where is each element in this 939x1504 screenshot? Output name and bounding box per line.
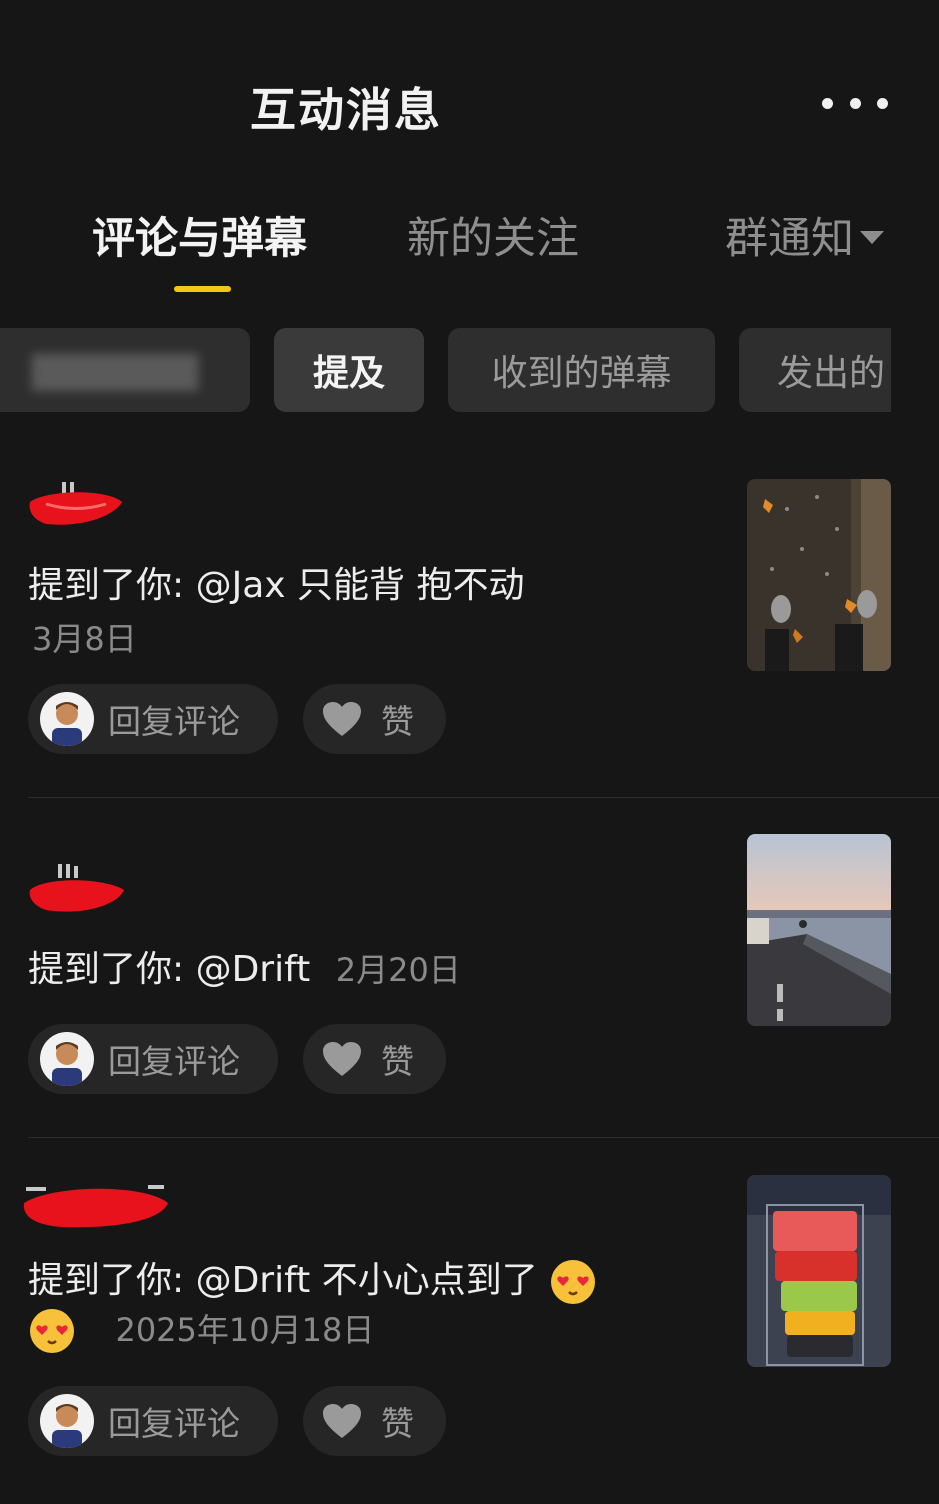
mention-text: 提到了你: @Drift	[28, 949, 311, 990]
timestamp: 2月20日	[335, 951, 461, 989]
like-label: 赞	[381, 702, 414, 741]
active-tab-indicator	[174, 286, 231, 292]
more-dots-icon	[849, 97, 861, 109]
page-title: 互动消息	[250, 83, 442, 137]
like-button[interactable]: 赞	[303, 684, 446, 754]
filter-chip-blurred[interactable]: ▇▇▇▇▇▇	[0, 328, 250, 412]
redacted-username	[29, 482, 122, 525]
like-label: 赞	[381, 1042, 414, 1081]
heart-eyes-emoji-icon	[30, 1309, 74, 1353]
video-thumbnail[interactable]	[747, 479, 891, 671]
heart-icon	[323, 1404, 361, 1438]
filter-chip-received-danmaku[interactable]: 收到的弹幕	[448, 328, 715, 412]
more-dots-icon	[822, 97, 833, 109]
timestamp: 2025年10月18日	[115, 1311, 375, 1349]
avatar	[40, 692, 94, 746]
reply-comment-button[interactable]: 回复评论	[28, 1386, 278, 1456]
filter-chip-sent[interactable]: 发出的	[739, 328, 891, 412]
mention-text: 提到了你: @Drift 不小心点到了	[28, 1260, 538, 1301]
divider	[28, 797, 939, 798]
avatar	[40, 1394, 94, 1448]
heart-eyes-emoji-icon	[551, 1260, 596, 1304]
mention-text: 提到了你: @Jax 只能背 抱不动	[28, 565, 525, 606]
avatar	[40, 1032, 94, 1086]
reply-label: 回复评论	[108, 702, 240, 741]
redacted-username	[23, 1185, 169, 1228]
reply-label: 回复评论	[108, 1404, 240, 1443]
mention-line: 提到了你: @Drift 2月20日	[28, 940, 461, 992]
reply-comment-button[interactable]: 回复评论	[28, 684, 278, 754]
filter-chip-row: ▇▇▇▇▇▇ 提及 收到的弹幕 发出的	[0, 328, 891, 412]
heart-icon	[323, 702, 361, 736]
mention-line: 提到了你: @Drift 不小心点到了	[28, 1251, 597, 1306]
tab-comments-danmaku[interactable]: 评论与弹幕	[92, 204, 307, 266]
timestamp: 3月8日	[32, 620, 137, 658]
redacted-username	[29, 864, 124, 912]
more-dots-icon	[877, 97, 888, 109]
tab-group-notifications[interactable]: 群通知	[725, 204, 884, 266]
thumbnail-image	[747, 479, 891, 671]
more-button[interactable]	[818, 90, 892, 116]
tab-group-label: 群通知	[725, 214, 854, 264]
caret-down-icon	[860, 230, 884, 244]
list-item[interactable]: 提到了你: @Drift 不小心点到了 2025年10月18日 回复评论 赞	[0, 1175, 939, 1504]
list-item[interactable]: 提到了你: @Jax 只能背 抱不动 3月8日 回复评论 赞	[0, 478, 939, 798]
thumbnail-image	[747, 1175, 891, 1367]
mention-line-2: 2025年10月18日	[28, 1305, 374, 1355]
like-button[interactable]: 赞	[303, 1386, 446, 1456]
filter-chip-mentions[interactable]: 提及	[274, 328, 424, 412]
reply-comment-button[interactable]: 回复评论	[28, 1024, 278, 1094]
thumbnail-image	[747, 834, 891, 1026]
video-thumbnail[interactable]	[747, 834, 891, 1026]
like-label: 赞	[381, 1404, 414, 1443]
tab-new-follows[interactable]: 新的关注	[407, 204, 579, 266]
video-thumbnail[interactable]	[747, 1175, 891, 1367]
divider	[28, 1137, 939, 1138]
list-item[interactable]: 提到了你: @Drift 2月20日 回复评论 赞	[0, 834, 939, 1134]
like-button[interactable]: 赞	[303, 1024, 446, 1094]
heart-icon	[323, 1042, 361, 1076]
reply-label: 回复评论	[108, 1042, 240, 1081]
interaction-messages-screen: 互动消息 评论与弹幕 新的关注 群通知 ▇▇▇▇▇▇ 提及 收到的弹幕 发出的 …	[0, 0, 939, 1504]
